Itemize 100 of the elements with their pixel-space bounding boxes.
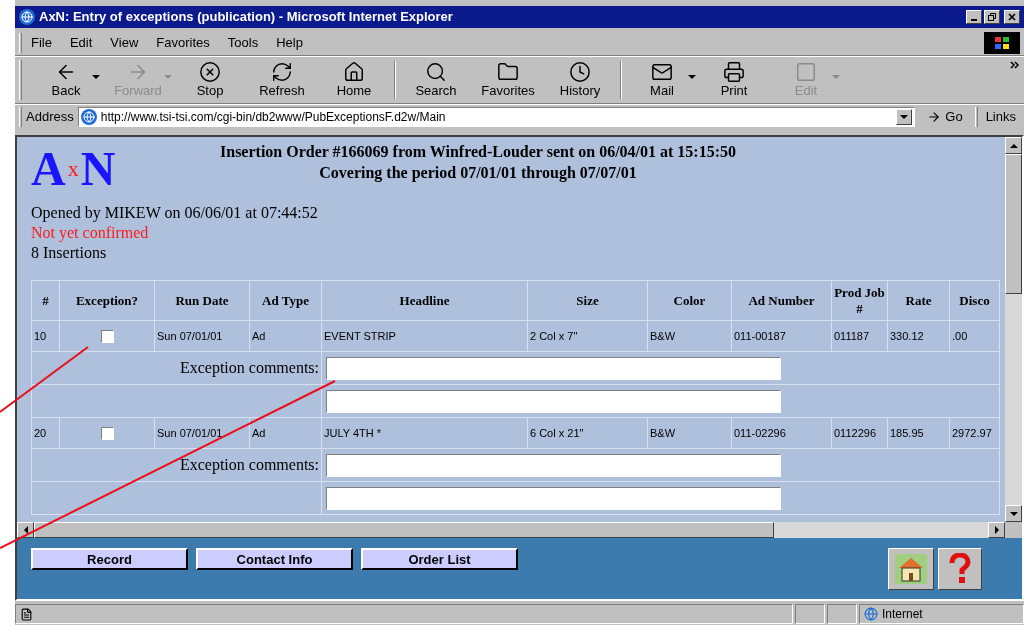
restore-icon [988,13,996,21]
comment-field[interactable] [326,453,781,477]
help-button[interactable] [938,548,982,590]
table-cell: 011187 [831,320,888,352]
table-cell: 10 [31,320,60,352]
printer-icon [723,60,745,83]
column-header: Ad Number [731,280,832,321]
search-icon [425,60,447,83]
window-title: AxN: Entry of exceptions (publication) - Microsoft Internet Explorer [39,8,453,27]
menu-item[interactable]: View [101,32,148,53]
table-cell: Ad [249,417,322,449]
close-icon [1008,13,1016,21]
comment-field[interactable] [326,389,781,413]
caret-icon [832,74,840,80]
menu-item[interactable]: File [22,32,61,53]
globe-icon [864,607,878,621]
page-icon [80,109,97,125]
table-cell: Sun 07/01/01 [154,417,250,449]
status-pane [827,604,857,624]
question-mark-icon [948,553,972,585]
table-cell: 185.95 [887,417,950,449]
toolbar-button[interactable]: Print [698,58,770,102]
table-cell: 330.12 [887,320,950,352]
column-header: Disco [949,280,1000,321]
comments-label: Exception comments: [31,448,322,482]
caret-icon [92,74,100,80]
toolbar-button[interactable]: Home [318,58,390,102]
toolbar-button[interactable]: Back [30,58,102,102]
horizontal-scrollbar[interactable] [17,522,1005,538]
exception-checkbox[interactable] [100,427,114,441]
table-cell: 011-00187 [731,320,832,352]
comment-field[interactable] [326,486,781,510]
toolbar-button[interactable]: History [544,58,616,102]
table-cell: B&W [647,417,732,449]
toolbar-button[interactable]: Stop [174,58,246,102]
exception-checkbox[interactable] [100,330,114,344]
toolbar-button[interactable]: Mail [626,58,698,102]
order-heading: Insertion Order #166069 from Winfred-Louder sent on 06/04/01 at 15:15:50 [220,142,736,162]
refresh-icon [271,60,293,83]
left-arrow-icon [22,526,29,534]
table-cell: 6 Col x 21" [527,417,648,449]
address-field[interactable]: http://www.tsi-tsi.com/cgi-bin/db2www/PubExceptionsF.d2w/Main [77,107,916,127]
table-cell: .00 [949,320,1000,352]
column-header: Color [647,280,732,321]
more-chevron-icon [1010,61,1020,69]
action-button[interactable]: Order List [361,548,518,570]
caret-icon [688,74,696,80]
table-cell: 011-02296 [731,417,832,449]
column-header: Size [527,280,648,321]
caret-icon [164,74,172,80]
order-heading: Covering the period 07/01/01 through 07/07/01 [319,163,637,183]
close-button[interactable] [1004,10,1020,24]
arrow-icon [927,110,942,124]
opened-info: Opened by MIKEW on 06/06/01 at 07:44:52 [31,203,319,223]
table-cell: Ad [249,320,322,352]
down-arrow-icon [1009,510,1018,517]
menu-item[interactable]: Tools [218,32,268,53]
action-button[interactable]: Contact Info [196,548,353,570]
toolbar-button[interactable]: Refresh [246,58,318,102]
column-header: Prod Job # [831,280,888,321]
address-label: Address [26,108,74,127]
table-cell: 0112296 [831,417,888,449]
browser-icon [19,9,35,25]
house-icon [895,554,927,584]
folder-icon [497,60,519,83]
zone-label: Internet [882,606,923,623]
column-header: # [31,280,60,321]
restore-button[interactable] [984,10,1000,24]
links-button[interactable]: Links [981,107,1020,127]
windows-logo-icon [984,31,1020,54]
action-button[interactable]: Record [31,548,188,570]
column-header: Rate [887,280,950,321]
table-cell: JULY 4TH * [321,417,528,449]
home-button[interactable] [888,548,934,590]
confirmation-status: Not yet confirmed [31,223,150,243]
table-cell: Sun 07/01/01 [154,320,250,352]
dropdown-button[interactable] [896,109,913,125]
right-arrow-icon [993,526,1000,534]
table-cell: 2972.97 [949,417,1000,449]
edit-icon [795,60,817,83]
toolbar-button[interactable]: Favorites [472,58,544,102]
column-header: Exception? [59,280,155,321]
minimize-button[interactable] [966,10,982,24]
table-cell: B&W [647,320,732,352]
menu-item[interactable]: Help [267,32,312,53]
toolbar-button[interactable]: Search [400,58,472,102]
column-header: Ad Type [249,280,322,321]
table-cell: 2 Col x 7" [527,320,648,352]
comment-field[interactable] [326,356,781,380]
insertion-count: 8 Insertions [31,243,108,263]
table-cell: 20 [31,417,60,449]
vertical-scrollbar[interactable] [1005,137,1022,522]
clock-icon [569,60,591,83]
menu-item[interactable]: Edit [60,32,102,53]
go-button[interactable]: Go [919,107,971,127]
house-icon [343,60,365,83]
menu-item[interactable]: Favorites [147,32,219,53]
stop-icon [199,60,221,83]
table-cell: EVENT STRIP [321,320,528,352]
comments-label: Exception comments: [31,351,322,385]
